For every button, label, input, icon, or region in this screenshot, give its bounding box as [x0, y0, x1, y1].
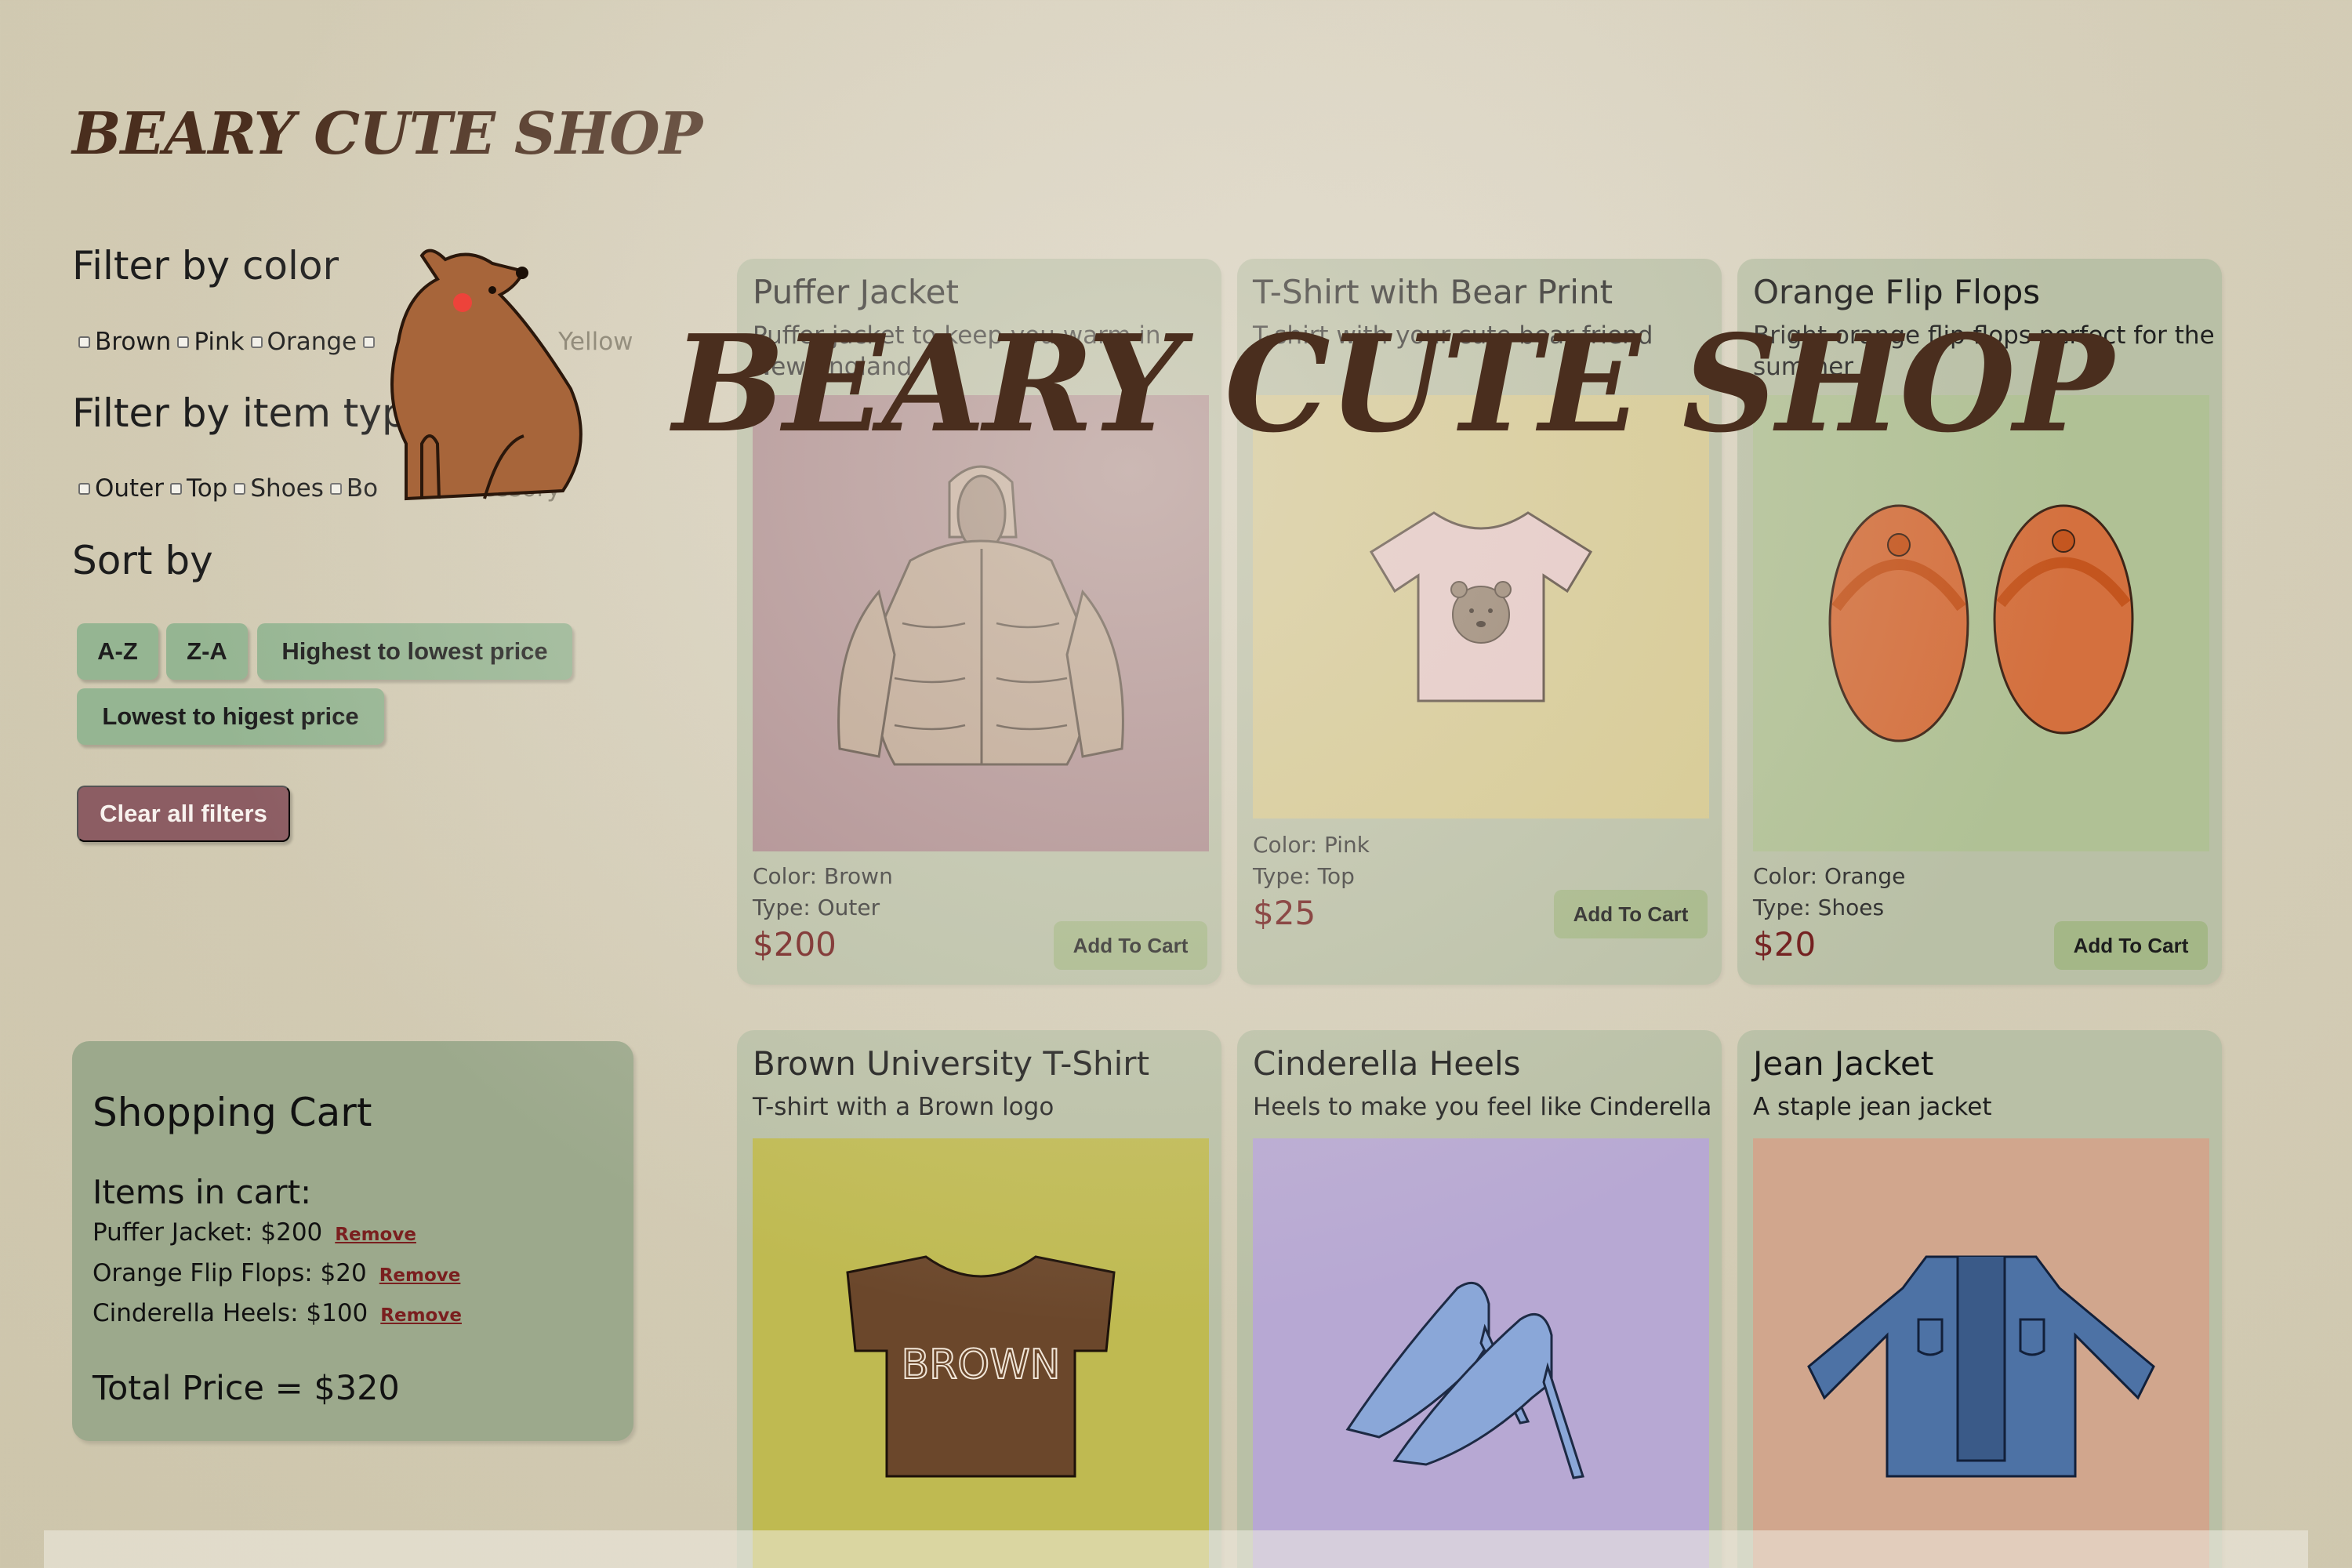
product-description: A staple jean jacket — [1753, 1093, 1992, 1121]
puffer-jacket-icon — [837, 465, 1124, 766]
sort-az-button[interactable]: A-Z — [77, 623, 158, 680]
product-image — [1253, 1138, 1709, 1568]
filter-type-shoes[interactable]: Shoes — [234, 474, 324, 503]
sort-low-high-button[interactable]: Lowest to higest price — [77, 688, 384, 745]
product-name: Jean Jacket — [1753, 1044, 1934, 1083]
shopping-cart: Shopping Cart Items in cart: Puffer Jack… — [72, 1041, 633, 1441]
product-description: T-shirt with a Brown logo — [753, 1093, 1054, 1121]
cart-item: Puffer Jacket: $200 Remove — [93, 1218, 416, 1247]
checkbox[interactable] — [170, 482, 183, 495]
cart-item: Cinderella Heels: $100 Remove — [93, 1299, 462, 1327]
brown-tshirt-icon: BROWN — [846, 1255, 1116, 1478]
filter-color-orange[interactable]: Orange — [250, 328, 357, 356]
bear-mascot-icon — [390, 249, 583, 501]
product-color: Color: Brown — [753, 863, 893, 889]
product-color: Color: Pink — [1253, 832, 1370, 858]
cart-total: Total Price = $320 — [93, 1369, 400, 1408]
product-price: $25 — [1253, 894, 1316, 932]
product-color: Color: Orange — [1753, 863, 1906, 889]
bottom-bar — [44, 1530, 2308, 1568]
checkbox[interactable] — [234, 482, 246, 495]
filter-color-pink[interactable]: Pink — [177, 328, 245, 356]
cart-subtitle: Items in cart: — [93, 1173, 312, 1211]
filter-color-heading: Filter by color — [72, 243, 339, 289]
sort-high-low-button[interactable]: Highest to lowest price — [257, 623, 572, 680]
checkbox[interactable] — [78, 482, 90, 495]
filter-color-brown[interactable]: Brown — [78, 328, 171, 356]
add-to-cart-button[interactable]: Add To Cart — [2054, 921, 2208, 970]
bear-tshirt-icon — [1369, 511, 1593, 702]
product-image — [1753, 1138, 2209, 1568]
remove-link[interactable]: Remove — [335, 1225, 416, 1245]
product-card: Jean Jacket A staple jean jacket — [1737, 1030, 2222, 1568]
checkbox[interactable] — [329, 482, 342, 495]
product-name: Brown University T-Shirt — [753, 1044, 1150, 1083]
flip-flops-icon — [1828, 504, 2134, 742]
heels-icon — [1345, 1281, 1584, 1479]
remove-link[interactable]: Remove — [379, 1265, 461, 1286]
filter-type-outer[interactable]: Outer — [78, 474, 164, 503]
product-type: Type: Outer — [753, 895, 880, 920]
product-image: BROWN — [753, 1138, 1209, 1568]
checkbox[interactable] — [250, 336, 263, 348]
product-type: Type: Shoes — [1753, 895, 1885, 920]
overlay-shop-title: BEARY CUTE SHOP — [673, 306, 2114, 463]
product-card: Cinderella Heels Heels to make you feel … — [1237, 1030, 1722, 1568]
product-name: Cinderella Heels — [1253, 1044, 1521, 1083]
product-price: $200 — [753, 925, 837, 964]
checkbox[interactable] — [78, 336, 90, 348]
product-image — [1753, 395, 2209, 851]
product-type: Type: Top — [1253, 863, 1355, 889]
cart-item: Orange Flip Flops: $20 Remove — [93, 1259, 461, 1287]
remove-link[interactable]: Remove — [380, 1305, 462, 1326]
filter-type-heading: Filter by item typ — [72, 390, 407, 436]
add-to-cart-button[interactable]: Add To Cart — [1554, 890, 1708, 938]
cart-title: Shopping Cart — [93, 1090, 372, 1135]
filter-type-bottom[interactable]: Bo — [329, 474, 378, 503]
add-to-cart-button[interactable]: Add To Cart — [1054, 921, 1207, 970]
svg-text:BROWN: BROWN — [901, 1341, 1060, 1388]
jean-jacket-icon — [1807, 1255, 2155, 1478]
checkbox[interactable] — [363, 336, 376, 348]
filter-type-top[interactable]: Top — [170, 474, 227, 503]
sort-heading: Sort by — [72, 538, 213, 583]
product-price: $20 — [1753, 925, 1817, 964]
clear-filters-button[interactable]: Clear all filters — [77, 786, 290, 842]
product-description: Heels to make you feel like Cinderella — [1253, 1093, 1712, 1121]
checkbox[interactable] — [177, 336, 190, 348]
product-card: Brown University T-Shirt T-shirt with a … — [737, 1030, 1221, 1568]
product-image — [753, 395, 1209, 851]
shop-title: BEARY CUTE SHOP — [72, 100, 702, 168]
sort-za-button[interactable]: Z-A — [166, 623, 248, 680]
